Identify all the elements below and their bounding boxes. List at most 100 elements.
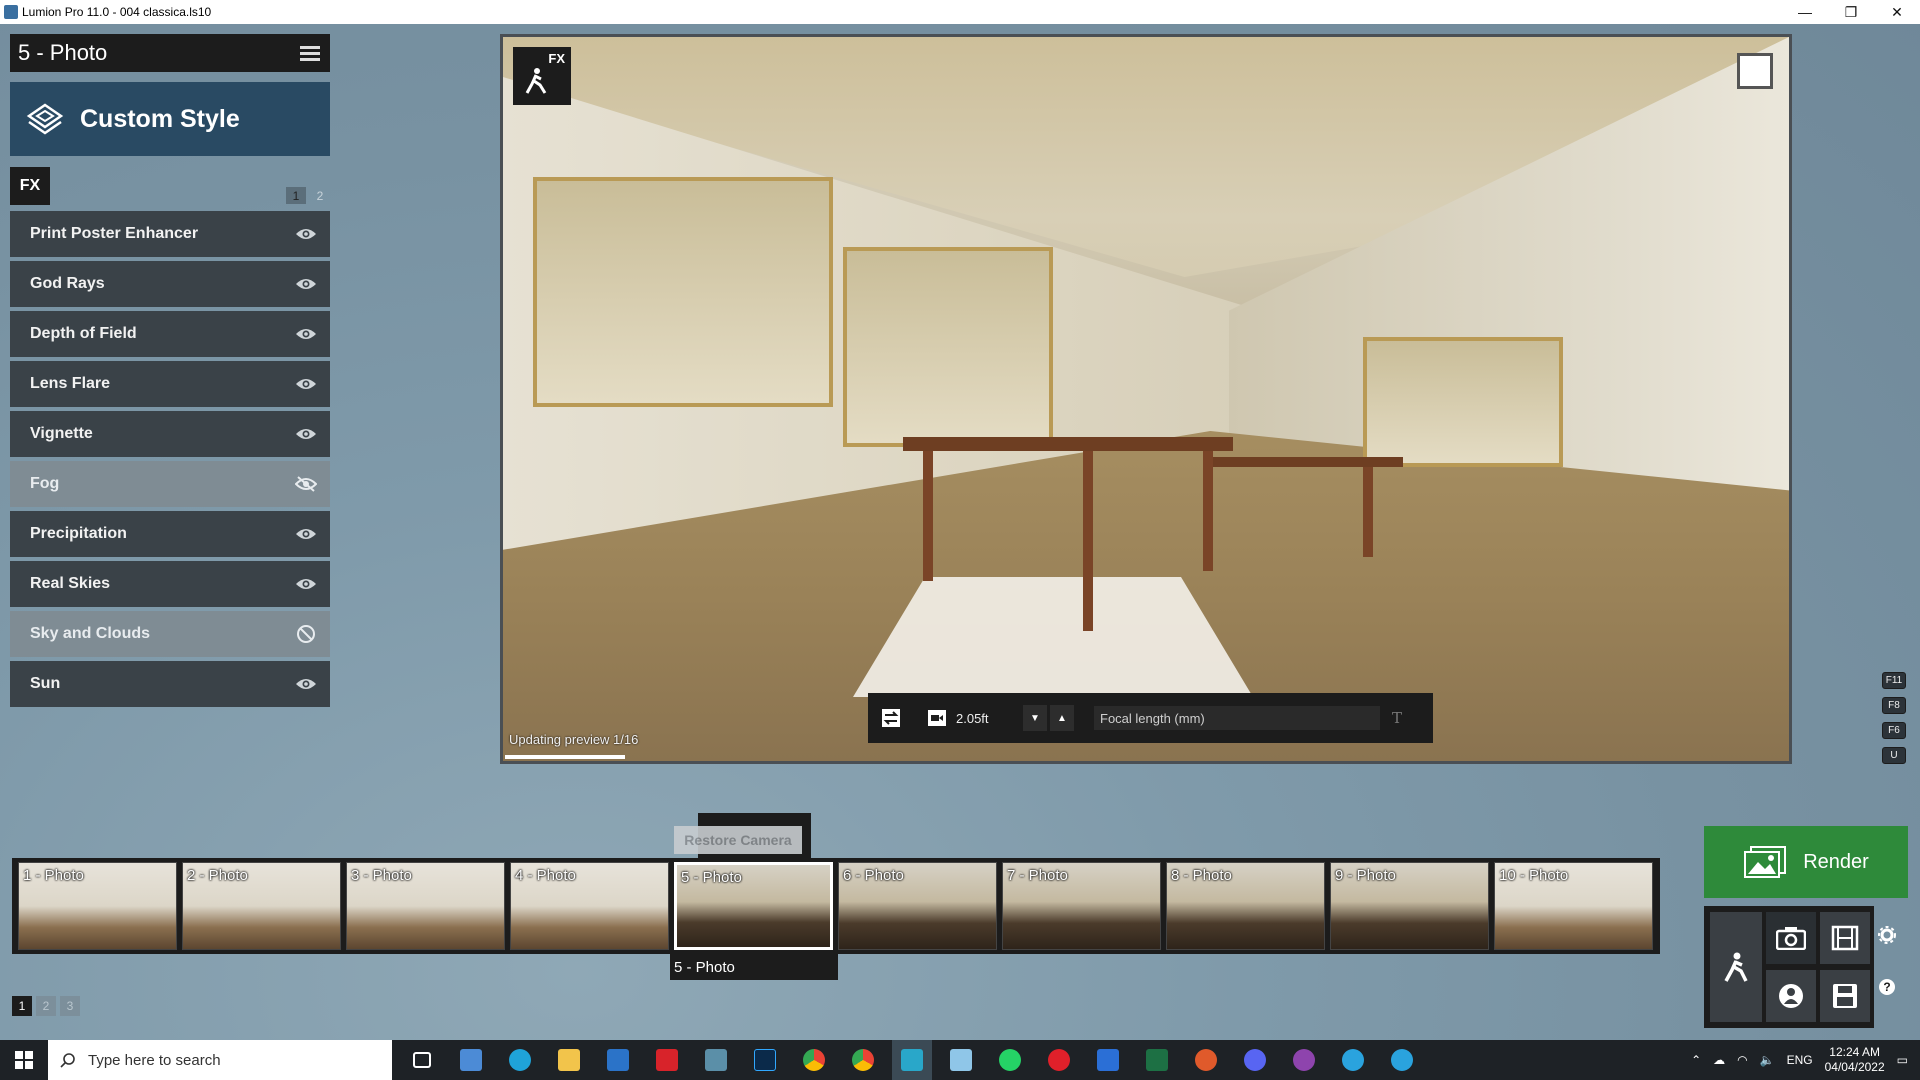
fx-page-1[interactable]: 1 xyxy=(286,187,306,204)
save-button[interactable] xyxy=(1820,970,1870,1022)
close-button[interactable]: ✕ xyxy=(1874,0,1920,24)
wifi-icon[interactable]: ◠ xyxy=(1737,1053,1747,1067)
task-view-icon[interactable] xyxy=(402,1040,442,1080)
thumbnail-label: 8 - Photo xyxy=(1171,867,1232,884)
text-tool-icon[interactable]: T xyxy=(1392,709,1402,727)
eye-icon[interactable] xyxy=(294,322,318,346)
cloud-icon[interactable]: ☁ xyxy=(1713,1053,1725,1067)
eye-hidden-icon[interactable] xyxy=(294,472,318,496)
fx-page-2[interactable]: 2 xyxy=(310,187,330,204)
eye-icon[interactable] xyxy=(294,372,318,396)
focal-length-field[interactable]: Focal length (mm) xyxy=(1094,706,1380,730)
f6-key[interactable]: F6 xyxy=(1882,722,1906,739)
photo-thumbnail-7[interactable]: 7 - Photo xyxy=(1002,862,1161,950)
chevron-up-icon[interactable]: ⌃ xyxy=(1691,1053,1701,1067)
telegram-desktop-icon[interactable] xyxy=(1382,1040,1422,1080)
scene-window xyxy=(1363,337,1563,467)
taskbar-search-input[interactable]: Type here to search xyxy=(48,1040,392,1080)
effect-sun[interactable]: Sun xyxy=(10,661,330,707)
photoshop-icon[interactable] xyxy=(745,1040,785,1080)
telegram-icon[interactable] xyxy=(1333,1040,1373,1080)
hamburger-menu-icon[interactable] xyxy=(300,43,320,64)
photo-thumbnail-6[interactable]: 6 - Photo xyxy=(838,862,997,950)
f11-key[interactable]: F11 xyxy=(1882,672,1906,689)
build-mode-button[interactable] xyxy=(1710,912,1762,1022)
opera-icon[interactable] xyxy=(1039,1040,1079,1080)
cad-icon[interactable] xyxy=(696,1040,736,1080)
lumion-taskbar-icon[interactable] xyxy=(892,1040,932,1080)
help-icon[interactable]: ? xyxy=(1878,978,1896,996)
effect-lens-flare[interactable]: Lens Flare xyxy=(10,361,330,407)
calculator-icon[interactable] xyxy=(451,1040,491,1080)
viewport-size-toggle[interactable] xyxy=(1737,53,1773,89)
edge-icon[interactable] xyxy=(500,1040,540,1080)
u-key[interactable]: U xyxy=(1882,747,1906,764)
scene-viewport[interactable]: FX Updating preview 1/16 2.05ft ▼ ▲ Foca… xyxy=(500,34,1792,764)
disabled-icon[interactable] xyxy=(294,622,318,646)
effect-vignette[interactable]: Vignette xyxy=(10,411,330,457)
render-label: Render xyxy=(1803,850,1869,873)
photo-mode-button[interactable] xyxy=(1766,912,1816,964)
notepad-icon[interactable] xyxy=(941,1040,981,1080)
photo-thumbnail-10[interactable]: 10 - Photo xyxy=(1494,862,1653,950)
effect-god-rays[interactable]: God Rays xyxy=(10,261,330,307)
lumion-app-icon xyxy=(4,5,18,19)
maximize-button[interactable]: ❐ xyxy=(1828,0,1874,24)
photo-thumbnail-8[interactable]: 8 - Photo xyxy=(1166,862,1325,950)
scene-table-leg xyxy=(1203,451,1213,571)
eye-icon[interactable] xyxy=(294,422,318,446)
effect-print-poster-enhancer[interactable]: Print Poster Enhancer xyxy=(10,211,330,257)
movie-mode-button[interactable] xyxy=(1820,912,1870,964)
gear-icon[interactable] xyxy=(1878,926,1896,944)
custom-style-button[interactable]: Custom Style xyxy=(10,82,330,156)
eye-icon[interactable] xyxy=(294,272,318,296)
chrome-icon[interactable] xyxy=(794,1040,834,1080)
restore-camera-button[interactable]: Restore Camera xyxy=(674,826,802,854)
effect-label: Print Poster Enhancer xyxy=(30,225,199,242)
language-indicator[interactable]: ENG xyxy=(1787,1053,1813,1067)
photo-thumbnail-2[interactable]: 2 - Photo xyxy=(182,862,341,950)
camera-down-button[interactable]: ▼ xyxy=(1023,705,1047,731)
windows-start-icon[interactable] xyxy=(0,1040,48,1080)
strip-page-3[interactable]: 3 xyxy=(60,996,80,1016)
panorama-mode-button[interactable] xyxy=(1766,970,1816,1022)
strip-page-2[interactable]: 2 xyxy=(36,996,56,1016)
podcast-icon[interactable] xyxy=(1284,1040,1324,1080)
clock[interactable]: 12:24 AM 04/04/2022 xyxy=(1825,1045,1885,1075)
eye-icon[interactable] xyxy=(294,672,318,696)
discord-icon[interactable] xyxy=(1235,1040,1275,1080)
grammarly-icon[interactable] xyxy=(1186,1040,1226,1080)
strip-page-1[interactable]: 1 xyxy=(12,996,32,1016)
eye-icon[interactable] xyxy=(294,222,318,246)
excel-icon[interactable] xyxy=(1137,1040,1177,1080)
effect-precipitation[interactable]: Precipitation xyxy=(10,511,330,557)
acrobat-icon[interactable] xyxy=(647,1040,687,1080)
photo-thumbnail-1[interactable]: 1 - Photo xyxy=(18,862,177,950)
chrome-profile-icon[interactable] xyxy=(843,1040,883,1080)
f8-key[interactable]: F8 xyxy=(1882,697,1906,714)
file-explorer-icon[interactable] xyxy=(549,1040,589,1080)
camera-up-button[interactable]: ▲ xyxy=(1050,705,1074,731)
camera-height-icon[interactable] xyxy=(924,705,950,731)
effect-depth-of-field[interactable]: Depth of Field xyxy=(10,311,330,357)
photo-thumbnail-5[interactable]: 5 - Photo xyxy=(674,862,833,950)
eye-icon[interactable] xyxy=(294,572,318,596)
effect-real-skies[interactable]: Real Skies xyxy=(10,561,330,607)
notification-icon[interactable]: ▭ xyxy=(1897,1053,1908,1067)
effect-sky-and-clouds[interactable]: Sky and Clouds xyxy=(10,611,330,657)
volume-icon[interactable]: 🔈 xyxy=(1760,1053,1775,1067)
photo-thumbnail-3[interactable]: 3 - Photo xyxy=(346,862,505,950)
photo-thumbnail-9[interactable]: 9 - Photo xyxy=(1330,862,1489,950)
photo-thumbnail-4[interactable]: 4 - Photo xyxy=(510,862,669,950)
eye-icon[interactable] xyxy=(294,522,318,546)
fx-tab[interactable]: FX xyxy=(10,167,50,205)
thumbnail-label: 5 - Photo xyxy=(681,869,742,886)
minimize-button[interactable]: — xyxy=(1782,0,1828,24)
whatsapp-icon[interactable] xyxy=(990,1040,1030,1080)
sketchup-icon[interactable] xyxy=(598,1040,638,1080)
render-button[interactable]: Render xyxy=(1704,826,1908,898)
todo-icon[interactable] xyxy=(1088,1040,1128,1080)
effect-fog[interactable]: Fog xyxy=(10,461,330,507)
swap-camera-icon[interactable] xyxy=(878,705,904,731)
fx-viewport-button[interactable]: FX xyxy=(513,47,571,105)
